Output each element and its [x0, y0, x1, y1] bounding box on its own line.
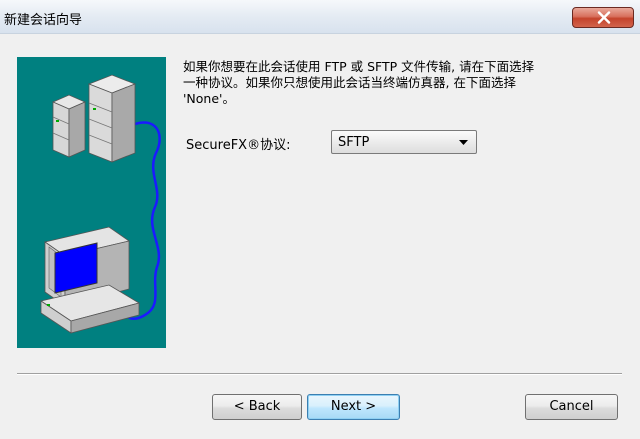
- network-servers-computer-illustration: [40, 74, 161, 334]
- close-x-icon: [597, 11, 611, 24]
- cancel-button[interactable]: Cancel: [525, 394, 618, 420]
- server-tall-icon: [87, 74, 137, 163]
- desktop-computer-icon: [40, 226, 141, 334]
- back-button[interactable]: < Back: [212, 394, 302, 420]
- protocol-instructions-text: 如果你想要在此会话使用 FTP 或 SFTP 文件传输, 请在下面选择 一种协议…: [183, 59, 535, 106]
- chevron-down-icon: [459, 140, 468, 145]
- securefx-protocol-label: SecureFX®协议:: [186, 138, 291, 153]
- close-button[interactable]: [572, 7, 634, 28]
- new-session-wizard-window: 新建会话向导 如果你想要在此会话使用 FTP 或 SFTP 文件传输, 请在下面…: [0, 0, 640, 439]
- protocol-dropdown[interactable]: SFTP: [331, 130, 477, 154]
- server-small-icon: [52, 94, 86, 158]
- window-title: 新建会话向导: [4, 13, 83, 28]
- wizard-illustration-panel: [17, 57, 166, 348]
- protocol-selected-value: SFTP: [338, 135, 370, 150]
- title-bar[interactable]: 新建会话向导: [0, 0, 640, 34]
- footer-divider: [17, 373, 622, 375]
- next-button[interactable]: Next >: [307, 394, 400, 420]
